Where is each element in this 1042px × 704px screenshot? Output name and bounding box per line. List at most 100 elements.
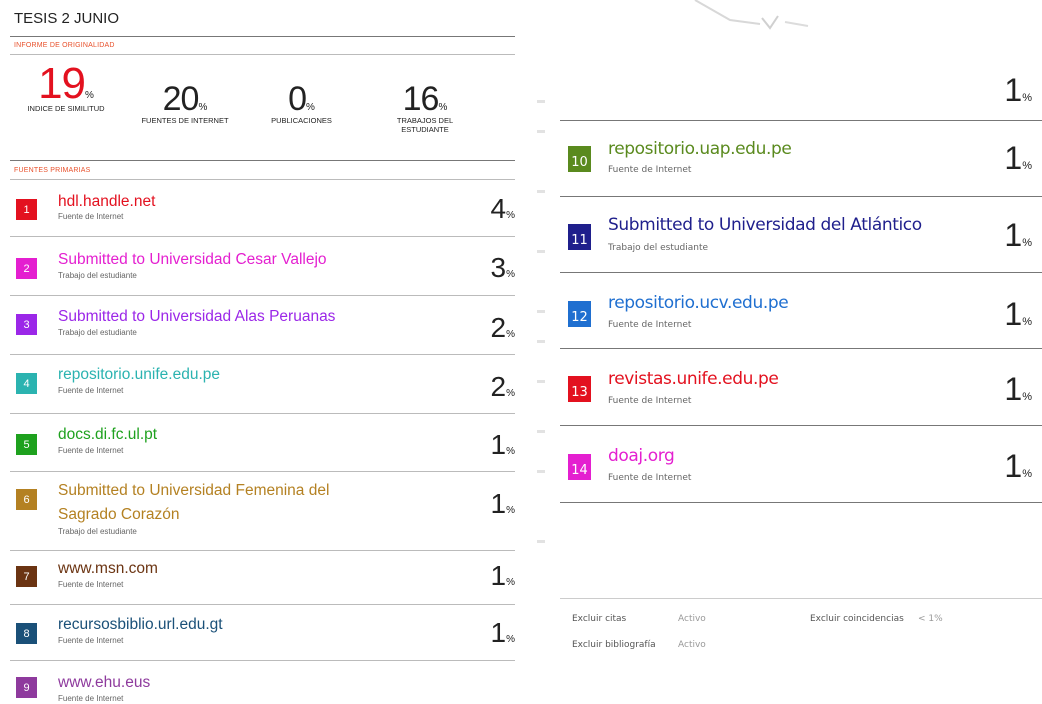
source-percentage: 1% (1004, 296, 1032, 332)
source-row[interactable]: 2 Submitted to Universidad Cesar Vallejo… (10, 237, 515, 294)
source-type: Fuente de Internet (58, 694, 124, 703)
stat-pct: % (438, 102, 448, 113)
exclude-quotes-value: Activo (678, 614, 706, 624)
source-type: Fuente de Internet (608, 165, 692, 175)
source-percentage: 1% (490, 617, 515, 648)
exclude-quotes-label: Excluir citas (572, 614, 627, 624)
stat-value: 19 (38, 59, 86, 108)
source-percentage: 4% (490, 193, 515, 224)
source-number-badge: 13 (568, 376, 591, 402)
source-type: Fuente de Internet (608, 396, 692, 406)
source-number-badge: 4 (16, 373, 37, 394)
source-percentage: 1% (490, 429, 515, 460)
source-number-badge: 3 (16, 314, 37, 335)
source-row[interactable]: 11 Submitted to Universidad del Atlántic… (560, 197, 1042, 272)
source-percentage: 1% (490, 488, 515, 519)
stat-caption: PUBLICACIONES (271, 116, 332, 125)
stat-publications: 0% PUBLICACIONES (254, 82, 349, 125)
page-divider (537, 70, 547, 550)
source-row[interactable]: 12 repositorio.ucv.edu.pe Fuente de Inte… (560, 273, 1042, 348)
source-row[interactable]: 10 repositorio.uap.edu.pe Fuente de Inte… (560, 121, 1042, 196)
source-number-badge: 11 (568, 224, 591, 250)
source-number-badge: 7 (16, 566, 37, 587)
source-name[interactable]: repositorio.ucv.edu.pe (608, 293, 789, 313)
report-label: INFORME DE ORIGINALIDAD (14, 42, 115, 49)
exclude-matches-value: < 1% (918, 614, 943, 624)
source-percentage: 3% (490, 252, 515, 283)
source-number-badge: 9 (16, 677, 37, 698)
source-number-badge: 5 (16, 434, 37, 455)
stat-pct: % (85, 90, 94, 101)
source-type: Fuente de Internet (58, 212, 124, 221)
source-type: Fuente de Internet (58, 446, 124, 455)
stats-divider (10, 160, 515, 161)
source-name[interactable]: hdl.handle.net (58, 193, 155, 211)
source-percentage: 1% (1004, 448, 1032, 484)
exclude-bibliography-label: Excluir bibliografía (572, 640, 656, 650)
source-type: Fuente de Internet (58, 636, 124, 645)
source-percentage: 1% (490, 560, 515, 591)
stat-internet-sources: 20% FUENTES DE INTERNET (130, 82, 240, 125)
source-row[interactable]: 8 recursosbiblio.url.edu.gt Fuente de In… (10, 605, 515, 659)
source-row[interactable]: 13 revistas.unife.edu.pe Fuente de Inter… (560, 349, 1042, 425)
source-row[interactable]: 4 repositorio.unife.edu.pe Fuente de Int… (10, 355, 515, 412)
stat-value: 20 (162, 80, 200, 118)
source-number-badge: 8 (16, 623, 37, 644)
stat-pct: % (198, 102, 208, 113)
exclude-bibliography-value: Activo (678, 640, 706, 650)
stat-pct: % (306, 102, 315, 113)
stat-similarity-index: 19% INDICE DE SIMILITUD (12, 62, 120, 114)
source-percentage: 2% (490, 312, 515, 343)
source-name[interactable]: repositorio.unife.edu.pe (58, 366, 220, 384)
stat-student-papers: 16% TRABAJOS DEL ESTUDIANTE (375, 82, 475, 134)
title-divider (10, 36, 515, 37)
source-type: Trabajo del estudiante (58, 328, 137, 337)
source-type: Trabajo del estudiante (58, 527, 137, 536)
source-row[interactable]: 9 www.ehu.eus Fuente de Internet (10, 661, 515, 704)
source-name[interactable]: Submitted to Universidad Cesar Vallejo (58, 251, 327, 269)
source-name-line-2[interactable]: Sagrado Corazón (58, 506, 180, 524)
source-name[interactable]: doaj.org (608, 446, 675, 466)
label-divider (10, 54, 515, 55)
source-type: Fuente de Internet (608, 320, 692, 330)
source-number-badge: 10 (568, 146, 591, 172)
source-type: Trabajo del estudiante (58, 271, 137, 280)
stat-caption: FUENTES DE INTERNET (141, 116, 229, 125)
source-row[interactable]: 7 www.msn.com Fuente de Internet 1% (10, 551, 515, 603)
source-name[interactable]: recursosbiblio.url.edu.gt (58, 616, 223, 634)
document-title: TESIS 2 JUNIO (14, 10, 120, 27)
source-name[interactable]: www.msn.com (58, 560, 158, 578)
source-row[interactable]: 6 Submitted to Universidad Femenina del … (10, 472, 515, 549)
source-percentage: 1% (1004, 217, 1032, 253)
source-row[interactable]: 3 Submitted to Universidad Alas Peruanas… (10, 296, 515, 353)
source-row[interactable]: 14 doaj.org Fuente de Internet 1% (560, 426, 1042, 502)
stat-value: 0 (288, 80, 307, 118)
source-name[interactable]: docs.di.fc.ul.pt (58, 426, 157, 444)
source-name[interactable]: Submitted to Universidad Alas Peruanas (58, 308, 335, 326)
source-name-line-1[interactable]: Submitted to Universidad Femenina del (58, 482, 329, 500)
stat-caption: INDICE DE SIMILITUD (27, 104, 105, 113)
source-number-badge: 6 (16, 489, 37, 510)
source-percentage: 2% (490, 371, 515, 402)
source-row[interactable]: 5 docs.di.fc.ul.pt Fuente de Internet 1% (10, 414, 515, 470)
source-type: Trabajo del estudiante (608, 243, 709, 253)
source-name[interactable]: Submitted to Universidad del Atlántico (608, 215, 922, 235)
source-type: Fuente de Internet (58, 386, 124, 395)
source-number-badge: 1 (16, 199, 37, 220)
source-row[interactable]: 1 hdl.handle.net Fuente de Internet 4% (10, 180, 515, 235)
source-number-badge: 2 (16, 258, 37, 279)
source-name[interactable]: www.ehu.eus (58, 674, 150, 692)
source-name[interactable]: revistas.unife.edu.pe (608, 369, 779, 389)
source-type: Fuente de Internet (608, 473, 692, 483)
primary-sources-label: FUENTES PRIMARIAS (14, 167, 91, 174)
source-type: Fuente de Internet (58, 580, 124, 589)
source-number-badge: 14 (568, 454, 591, 480)
source-percentage: 1% (1004, 371, 1032, 407)
carryover-percentage: 1% (1004, 72, 1032, 108)
exclude-matches-label: Excluir coincidencias (810, 614, 904, 624)
source-name[interactable]: repositorio.uap.edu.pe (608, 139, 792, 159)
stat-value: 16 (402, 80, 440, 118)
source-number-badge: 12 (568, 301, 591, 327)
stat-caption: TRABAJOS DEL ESTUDIANTE (396, 116, 454, 134)
watermark-fragment (694, 0, 809, 30)
